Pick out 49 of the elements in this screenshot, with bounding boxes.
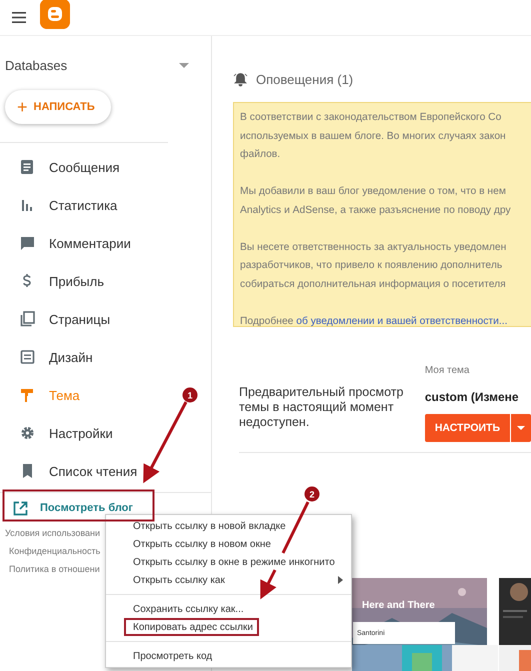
- sidebar-item[interactable]: Комментарии: [0, 224, 139, 262]
- caret-icon: [517, 426, 525, 430]
- settings-icon: [20, 425, 35, 441]
- theme-icon: [20, 387, 35, 403]
- posts-icon: [20, 159, 35, 175]
- notice-text: собираться дополнительная информация о посетителя: [240, 278, 507, 292]
- reading-icon: [20, 463, 35, 479]
- notice-text: используемых в вашем блоге. Во многих случаях закон: [240, 130, 507, 144]
- annotation-badge: 1: [182, 388, 198, 402]
- menu-item[interactable]: Просмотреть код: [106, 647, 351, 665]
- dropdown-button[interactable]: [511, 414, 531, 442]
- sidebar-item[interactable]: Статистика: [0, 186, 126, 224]
- notice-link[interactable]: об уведомлении и вашей ответственности...: [296, 316, 508, 326]
- blog-selector[interactable]: Databases: [0, 36, 211, 76]
- view-blog-link[interactable]: Посмотреть блог: [0, 496, 139, 520]
- sidebar-item[interactable]: Дизайн: [0, 338, 101, 376]
- notice-text: Вы несете ответственность за актуальность уведомлен: [240, 240, 508, 254]
- menu-item[interactable]: Копировать адрес ссылки: [124, 618, 259, 636]
- notice-text: Подробнее: [240, 316, 294, 326]
- layout-icon: [20, 349, 35, 365]
- sidebar-item[interactable]: Список чтения: [0, 452, 146, 490]
- notice-text: разработчиков, что привело к появлению дополнитель: [240, 259, 504, 273]
- notice-text: В соответствии с законодательством Европейского Со: [240, 111, 502, 125]
- annotation-badge: 2: [304, 486, 320, 502]
- notice-text: Мы добавили в ваш блог уведомление о том, что в нем: [240, 185, 507, 199]
- sidebar-item[interactable]: Сообщения: [0, 148, 128, 186]
- external-link-icon: [13, 500, 28, 516]
- bell-icon: [233, 72, 248, 86]
- comments-icon: [20, 235, 35, 251]
- notifications-title: Оповещения (1): [256, 72, 354, 86]
- notice-text: Analytics и AdSense, а также разъяснение по поводу дру: [240, 204, 512, 218]
- theme-name: custom (Измене: [424, 390, 520, 404]
- stats-icon: [20, 197, 35, 213]
- sidebar-item[interactable]: Страницы: [0, 300, 118, 338]
- sidebar-item[interactable]: Настройки: [0, 414, 121, 452]
- caret-icon: [179, 62, 189, 68]
- menu-item[interactable]: Открыть ссылку в новом окне: [106, 535, 351, 553]
- pages-icon: [20, 311, 35, 327]
- menu-item[interactable]: Сохранить ссылку как...: [106, 600, 351, 618]
- menu-item[interactable]: Открыть ссылку как: [106, 571, 351, 589]
- menu-icon[interactable]: [12, 12, 26, 23]
- preview-note: Предварительный просмотр темы в настоящий момент недоступен.: [239, 385, 404, 431]
- menu-item[interactable]: Открыть ссылку в новой вкладке: [106, 517, 351, 535]
- menu-item[interactable]: Открыть ссылку в окне в режиме инкогнито: [106, 553, 351, 571]
- logo-icon[interactable]: [40, 0, 70, 28]
- submenu-arrow-icon: [338, 576, 343, 584]
- notice-text: файлов.: [240, 148, 282, 162]
- my-theme-label: Моя тема: [424, 365, 470, 376]
- sidebar-item[interactable]: Прибыль: [0, 262, 112, 300]
